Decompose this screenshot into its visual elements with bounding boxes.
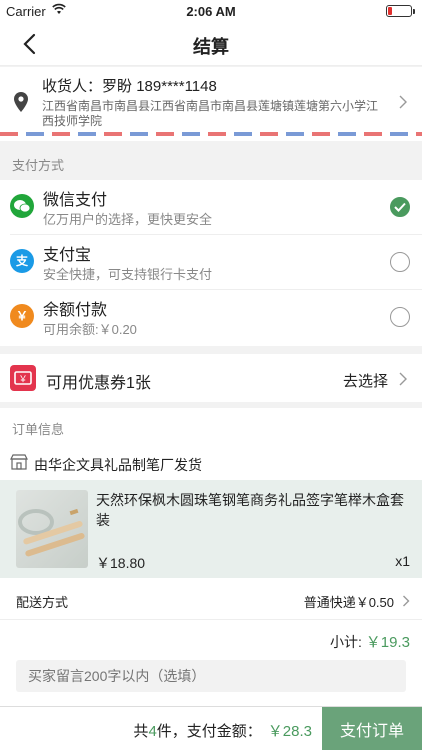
radio-unchecked-icon[interactable] (390, 307, 410, 327)
count-prefix: 共 (133, 723, 149, 740)
shipping-label: 配送方式 (16, 595, 69, 610)
subtotal-label: 小计: (330, 634, 362, 650)
product-price: ￥18.80 (96, 555, 146, 571)
order-section-label: 订单信息 (12, 422, 65, 437)
navigation-bar: 结算 (0, 22, 422, 66)
balance-icon: ￥ (10, 304, 34, 328)
payment-name: 微信支付 (43, 192, 108, 209)
coupon-icon: ￥ (10, 365, 36, 391)
payment-methods: 微信支付 亿万用户的选择，更快更安全 支 支付宝 安全快捷，可支持银行卡支付 ￥… (0, 180, 422, 346)
product-quantity: x1 (395, 553, 410, 569)
store-icon (10, 454, 28, 470)
payment-summary: 共4件，支付金额： ￥28.3 (133, 720, 312, 741)
payment-desc: 安全快捷，可支持银行卡支付 (43, 267, 213, 282)
shipping-row[interactable]: 配送方式 普通快递￥0.50 (0, 580, 422, 620)
order-info: 订单信息 由华企文具礼品制笔厂发货 (0, 408, 422, 750)
payment-amount: ￥28.3 (267, 723, 312, 740)
radio-checked-icon[interactable] (390, 197, 410, 217)
alipay-icon: 支 (10, 249, 34, 273)
shipping-value: 普通快递￥0.50 (303, 595, 394, 610)
svg-text:￥: ￥ (18, 375, 27, 385)
radio-unchecked-icon[interactable] (390, 252, 410, 272)
receiver-phone: 189****1148 (136, 78, 217, 95)
payment-name: 支付宝 (43, 247, 92, 264)
clock: 2:06 AM (186, 4, 236, 19)
battery-icon (386, 5, 415, 17)
address-detail: 江西省南昌市南昌县江西省南昌市南昌县莲塘镇莲塘第六小学江西技师学院 (42, 99, 379, 128)
coupon-label: 可用优惠券1张 (46, 375, 151, 392)
subtotal-value: ￥19.3 (365, 634, 410, 651)
submit-order-button[interactable]: 支付订单 (322, 707, 422, 750)
chevron-right-icon (398, 372, 408, 386)
chevron-right-icon (402, 594, 410, 607)
coupon-row[interactable]: ￥ 可用优惠券1张 去选择 (0, 354, 422, 402)
page-title: 结算 (193, 37, 229, 57)
receiver-label: 收货人： (42, 78, 103, 95)
product-item[interactable]: 天然环保枫木圆珠笔钢笔商务礼品签字笔榉木盒套装 ￥18.80 x1 (0, 480, 422, 578)
status-bar: Carrier 2:06 AM (0, 0, 422, 22)
address-card[interactable]: 收货人：罗盼 189****1148 江西省南昌市南昌县江西省南昌市南昌县莲塘镇… (0, 67, 422, 141)
count-suffix: 件，支付金额： (156, 723, 262, 740)
product-image (16, 490, 88, 568)
payment-section-label: 支付方式 (12, 158, 65, 173)
payment-desc: 可用余额:￥0.20 (43, 322, 137, 337)
wechat-pay-icon (10, 194, 34, 218)
receiver-name: 罗盼 (102, 78, 133, 95)
coupon-action: 去选择 (342, 373, 388, 390)
store-name: 由华企文具礼品制笔厂发货 (34, 457, 202, 473)
payment-option-alipay[interactable]: 支 支付宝 安全快捷，可支持银行卡支付 (0, 235, 422, 290)
receiver-line: 收货人：罗盼 189****1148 (42, 75, 217, 96)
buyer-remark-input[interactable] (16, 660, 406, 692)
product-name: 天然环保枫木圆珠笔钢笔商务礼品签字笔榉木盒套装 (96, 492, 404, 528)
payment-desc: 亿万用户的选择，更快更安全 (43, 212, 213, 227)
checkout-bar: 共4件，支付金额： ￥28.3 支付订单 (0, 706, 422, 750)
payment-option-wechat[interactable]: 微信支付 亿万用户的选择，更快更安全 (0, 180, 422, 235)
subtotal: 小计: ￥19.3 (330, 631, 410, 652)
location-pin-icon (12, 91, 30, 113)
payment-name: 余额付款 (43, 302, 108, 319)
chevron-right-icon (398, 95, 408, 109)
item-count: 4 (148, 723, 157, 740)
envelope-stripe (0, 132, 422, 136)
payment-option-balance[interactable]: ￥ 余额付款 可用余额:￥0.20 (0, 290, 422, 345)
